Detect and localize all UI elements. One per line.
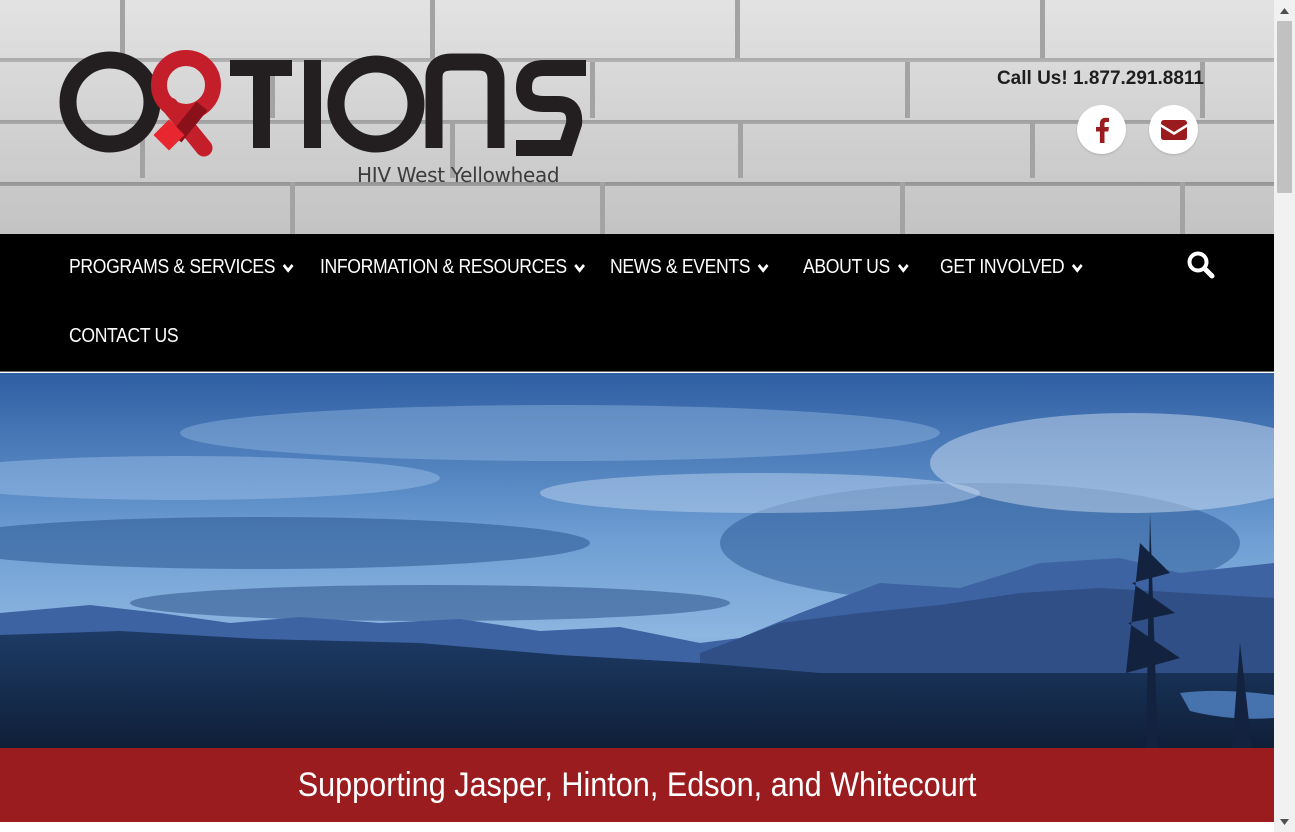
nav-item-about-us[interactable]: ABOUT US	[803, 256, 909, 279]
page-continuation	[0, 822, 1274, 832]
main-navigation: PROGRAMS & SERVICES INFORMATION & RESOUR…	[0, 234, 1274, 372]
chevron-down-icon	[757, 263, 769, 273]
nav-item-label: PROGRAMS & SERVICES	[69, 256, 276, 278]
nav-item-information-resources[interactable]: INFORMATION & RESOURCES	[320, 256, 586, 279]
chevron-down-icon	[574, 263, 586, 273]
nav-item-news-events[interactable]: NEWS & EVENTS	[610, 256, 770, 279]
banner-text: Supporting Jasper, Hinton, Edson, and Wh…	[297, 765, 977, 804]
logo-wordmark	[59, 50, 586, 157]
nav-item-get-involved[interactable]: GET INVOLVED	[940, 256, 1084, 279]
facebook-button[interactable]	[1077, 105, 1126, 154]
mountain-landscape-image	[0, 373, 1274, 748]
nav-item-label: INFORMATION & RESOURCES	[320, 256, 567, 278]
chevron-down-icon	[283, 263, 294, 273]
nav-item-label: GET INVOLVED	[940, 256, 1065, 278]
scroll-down-button[interactable]	[1274, 811, 1295, 832]
service-area-banner: Supporting Jasper, Hinton, Edson, and Wh…	[0, 748, 1274, 822]
facebook-icon	[1095, 117, 1109, 143]
scroll-thumb[interactable]	[1277, 21, 1292, 193]
email-button[interactable]	[1149, 105, 1198, 154]
scroll-up-button[interactable]	[1274, 0, 1295, 21]
chevron-down-icon	[897, 263, 909, 273]
options-logo[interactable]	[58, 40, 598, 160]
call-us-phone[interactable]: Call Us! 1.877.291.8811	[997, 68, 1204, 90]
site-header: HIV West Yellowhead Call Us! 1.877.291.8…	[0, 0, 1274, 234]
vertical-scrollbar[interactable]	[1274, 0, 1295, 832]
nav-item-label: CONTACT US	[69, 325, 179, 347]
nav-item-label: ABOUT US	[803, 256, 890, 278]
arrow-down-icon	[1280, 818, 1289, 825]
logo-subtitle: HIV West Yellowhead	[357, 163, 560, 187]
envelope-icon	[1160, 119, 1187, 140]
arrow-up-icon	[1280, 7, 1289, 14]
hero-image	[0, 373, 1274, 748]
search-icon	[1187, 251, 1215, 279]
chevron-down-icon	[1072, 263, 1083, 273]
nav-item-contact-us[interactable]: CONTACT US	[69, 325, 179, 348]
nav-item-label: NEWS & EVENTS	[610, 256, 751, 278]
search-button[interactable]	[1186, 250, 1216, 280]
nav-item-programs-services[interactable]: PROGRAMS & SERVICES	[69, 256, 295, 279]
